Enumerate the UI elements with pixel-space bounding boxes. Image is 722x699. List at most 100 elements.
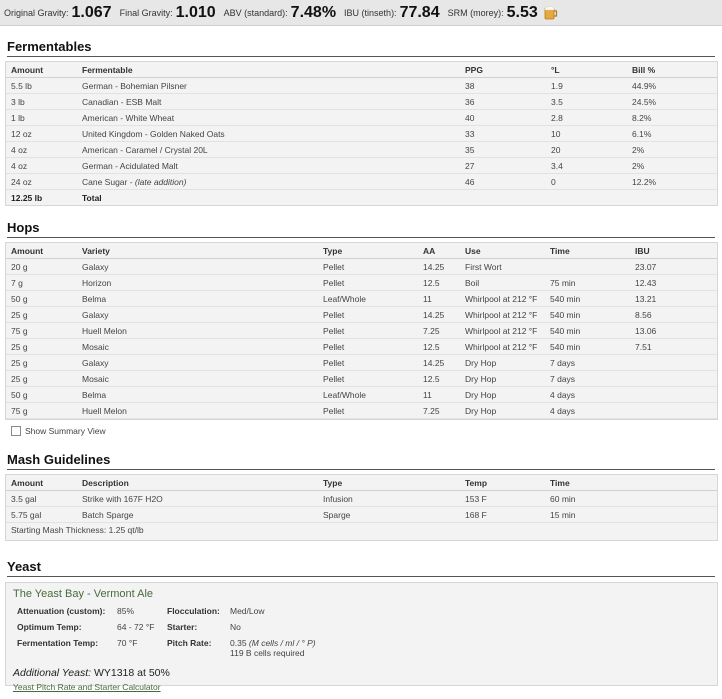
pitch-rate-calculator-link[interactable]: Yeast Pitch Rate and Starter Calculator	[13, 682, 161, 692]
attenuation-label: Attenuation (custom):	[17, 606, 106, 616]
fermentable-cell: 46	[460, 173, 546, 190]
fg-value: 1.010	[175, 3, 216, 21]
hop-cell: Leaf/Whole	[318, 290, 418, 307]
mash-heading: Mash Guidelines	[7, 436, 715, 470]
fermentables-header-0: Amount	[6, 62, 77, 78]
summary-view-checkbox[interactable]	[11, 426, 21, 436]
fermentable-cell: 33	[460, 125, 546, 142]
hop-cell: Whirlpool at 212 °F	[460, 290, 545, 307]
hop-cell: Pellet	[318, 306, 418, 323]
hop-cell: Belma	[77, 290, 318, 307]
flocculation-label: Flocculation:	[167, 606, 220, 616]
hop-cell: First Wort	[460, 258, 545, 275]
mash-step-cell: 5.75 gal	[6, 506, 77, 523]
fermentable-row: 4 oz German - Acidulated Malt 27 3.4 2%	[6, 157, 717, 174]
fermentable-row: 1 lb American - White Wheat 40 2.8 8.2%	[6, 109, 717, 126]
hop-cell: Pellet	[318, 338, 418, 355]
total-amount: 12.25 lb	[11, 192, 43, 203]
hop-cell: Belma	[77, 386, 318, 403]
fermentable-cell: 3.5	[546, 93, 627, 110]
hop-cell: 540 min	[545, 322, 630, 339]
fermentables-header-4: Bill %	[627, 62, 717, 78]
hop-cell: 7 days	[545, 370, 630, 387]
hops-header-2: Type	[318, 243, 418, 259]
hops-header-6: IBU	[630, 243, 717, 259]
fermentation-temp-label: Fermentation Temp:	[17, 638, 99, 648]
hop-cell: 25 g	[6, 306, 77, 323]
hops-header-5: Time	[545, 243, 630, 259]
fermentable-cell: 12 oz	[6, 125, 77, 142]
hop-row: 50 g Belma Leaf/Whole 11 Dry Hop 4 days	[6, 386, 717, 403]
yeast-heading: Yeast	[7, 541, 715, 577]
hop-cell: Pellet	[318, 402, 418, 419]
hop-cell: 7.25	[418, 322, 460, 339]
hop-cell: Pellet	[318, 274, 418, 291]
hop-cell: 7.51	[630, 338, 717, 355]
mash-step-cell: Infusion	[318, 490, 460, 507]
hop-cell: Dry Hop	[460, 370, 545, 387]
og-value: 1.067	[71, 3, 112, 21]
fermentable-cell: 24 oz	[6, 173, 77, 190]
og-label: Original Gravity:	[4, 7, 69, 18]
pitch-rate-unit: (M cells / ml / ° P)	[248, 638, 316, 648]
fermentables-table: Amount Fermentable PPG °L Bill % 5.5 lb Germa…	[6, 62, 717, 205]
hop-cell	[545, 258, 630, 275]
hops-header-0: Amount	[6, 243, 77, 259]
hop-cell: 540 min	[545, 306, 630, 323]
hop-cell: 4 days	[545, 386, 630, 403]
hop-cell: 7 g	[6, 274, 77, 291]
mash-step-cell: 60 min	[545, 490, 717, 507]
fermentable-cell: German - Bohemian Pilsner	[77, 77, 460, 94]
fermentables-panel: Amount Fermentable PPG °L Bill % 5.5 lb Germa…	[5, 61, 718, 206]
hop-cell: Horizon	[77, 274, 318, 291]
show-summary-view-toggle[interactable]: Show Summary View	[11, 426, 722, 436]
abv-label: ABV (standard):	[223, 7, 288, 18]
optimum-temp-label: Optimum Temp:	[17, 622, 82, 632]
pitch-rate-label: Pitch Rate:	[167, 638, 212, 648]
hops-header-4: Use	[460, 243, 545, 259]
hop-cell: Whirlpool at 212 °F	[460, 306, 545, 323]
fermentable-cell: 40	[460, 109, 546, 126]
hop-cell: Mosaic	[77, 370, 318, 387]
hop-cell: 11	[418, 386, 460, 403]
hop-cell: 12.5	[418, 338, 460, 355]
hop-cell: Boil	[460, 274, 545, 291]
fermentable-cell: 3.4	[546, 157, 627, 174]
mash-header-1: Description	[77, 475, 318, 491]
fermentable-cell: 6.1%	[627, 125, 717, 142]
fermentable-cell: 24.5%	[627, 93, 717, 110]
mash-step-cell: Strike with 167F H2O	[77, 490, 318, 507]
fermentable-cell: 0	[546, 173, 627, 190]
yeast-panel: The Yeast Bay - Vermont Ale Attenuation …	[5, 582, 718, 692]
mash-header-2: Type	[318, 475, 460, 491]
fermentable-cell: Canadian - ESB Malt	[77, 93, 460, 110]
srm-value: 5.53	[506, 3, 538, 21]
hop-cell: Huell Melon	[77, 402, 318, 419]
recipe-stats-bar: Original Gravity: 1.067 Final Gravity: 1…	[0, 0, 722, 26]
hop-cell: Huell Melon	[77, 322, 318, 339]
hop-row: 25 g Mosaic Pellet 12.5 Dry Hop 7 days	[6, 370, 717, 387]
hop-cell: 540 min	[545, 290, 630, 307]
hops-header-3: AA	[418, 243, 460, 259]
hop-cell: 25 g	[6, 338, 77, 355]
mash-header-4: Time	[545, 475, 717, 491]
hop-cell: 13.06	[630, 322, 717, 339]
mash-step-cell: 15 min	[545, 506, 717, 523]
mash-step-cell: 3.5 gal	[6, 490, 77, 507]
mash-step-cell: Batch Sparge	[77, 506, 318, 523]
fermentable-cell: 4 oz	[6, 157, 77, 174]
fermentable-cell: 2.8	[546, 109, 627, 126]
mash-panel: Amount Description Type Temp Time 3.5 gal Str…	[5, 474, 718, 541]
pitch-rate-value: 0.35 (M cells / ml / ° P) 119 B cells re…	[230, 638, 320, 658]
additional-yeast-value: WY1318 at 50%	[93, 667, 170, 679]
hop-cell: 75 g	[6, 402, 77, 419]
hop-cell: Pellet	[318, 354, 418, 371]
fermentable-cell: 36	[460, 93, 546, 110]
hop-row: 75 g Huell Melon Pellet 7.25 Whirlpool at 21…	[6, 322, 717, 339]
fermentable-cell: 2%	[627, 141, 717, 158]
additional-yeast-label: Additional Yeast:	[13, 667, 92, 679]
fermentable-cell: 38	[460, 77, 546, 94]
fermentable-cell: 20	[546, 141, 627, 158]
hop-cell: 13.21	[630, 290, 717, 307]
hop-cell: 11	[418, 290, 460, 307]
